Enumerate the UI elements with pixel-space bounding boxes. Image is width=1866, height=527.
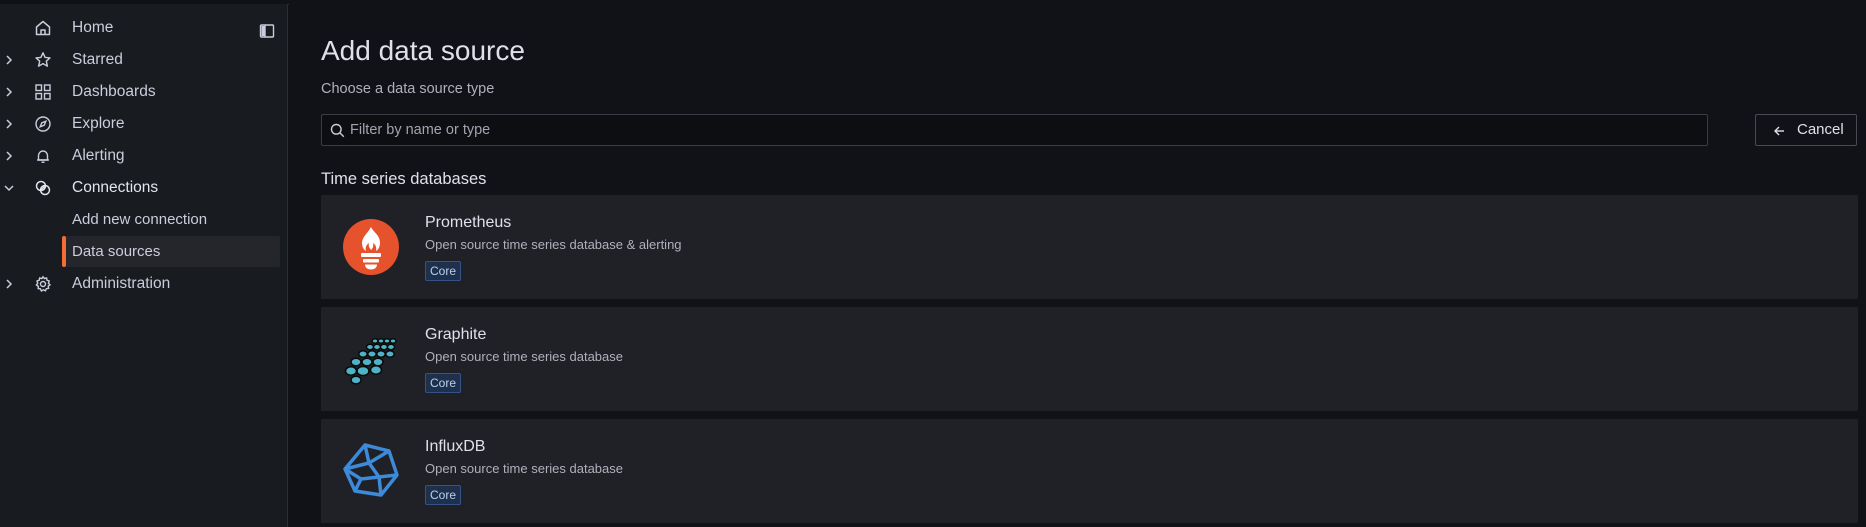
sidebar-item-explore[interactable]: Explore [0, 108, 280, 140]
search-icon [330, 123, 345, 138]
sidebar-item-label: Dashboards [72, 83, 156, 100]
chevron-right-icon[interactable] [2, 84, 16, 100]
dock-menu-icon[interactable] [259, 23, 275, 39]
connections-icon [34, 179, 52, 197]
sidebar-subitem-data-sources[interactable]: Data sources [62, 236, 280, 267]
sidebar-item-connections[interactable]: Connections [0, 172, 280, 204]
sidebar-item-label: Administration [72, 275, 171, 292]
sidebar-item-alerting[interactable]: Alerting [0, 140, 280, 172]
dashboards-icon [34, 83, 52, 101]
page-title: Add data source [321, 35, 525, 66]
chevron-right-icon[interactable] [2, 116, 16, 132]
sidebar-item-label: Explore [72, 115, 125, 132]
sidebar-item-label: Home [72, 19, 114, 36]
section-title: Time series databases [321, 170, 487, 188]
cancel-button[interactable]: Cancel [1755, 114, 1857, 146]
cancel-label: Cancel [1797, 121, 1844, 138]
sidebar-nav: Home Starred Dashboards Explore Alerting… [0, 4, 288, 527]
sidebar-item-starred[interactable]: Starred [0, 44, 280, 76]
sidebar-item-administration[interactable]: Administration [0, 268, 280, 300]
sidebar-subitem-add-new-connection[interactable]: Add new connection [62, 204, 280, 235]
datasource-name: InfluxDB [425, 438, 486, 455]
chevron-right-icon[interactable] [2, 148, 16, 164]
datasource-name: Graphite [425, 326, 487, 343]
sidebar-item-home[interactable]: Home [0, 12, 280, 44]
core-badge: Core [425, 261, 462, 281]
influxdb-logo [343, 443, 399, 499]
chevron-right-icon[interactable] [2, 276, 16, 292]
core-badge: Core [425, 485, 462, 505]
sidebar-subitem-label: Add new connection [72, 211, 208, 228]
datasource-description: Open source time series database [425, 461, 623, 476]
datasource-description: Open source time series database [425, 349, 623, 364]
graphite-logo [343, 331, 399, 387]
core-badge: Core [425, 373, 462, 393]
sidebar-item-label: Alerting [72, 147, 125, 164]
sidebar-item-dashboards[interactable]: Dashboards [0, 76, 280, 108]
sidebar-item-label: Connections [72, 179, 159, 196]
datasource-description: Open source time series database & alert… [425, 237, 682, 252]
search-input[interactable] [350, 115, 1690, 145]
prometheus-logo [343, 219, 399, 275]
arrow-left-icon [1773, 124, 1785, 136]
main-content: Add data source Choose a data source typ… [289, 4, 1866, 527]
compass-icon [34, 115, 52, 133]
sidebar-subitem-label: Data sources [72, 243, 161, 260]
gear-icon [34, 275, 52, 293]
chevron-down-icon[interactable] [2, 180, 16, 196]
page-subtitle: Choose a data source type [321, 81, 495, 97]
chevron-right-icon[interactable] [2, 52, 16, 68]
datasource-card-prometheus[interactable]: Prometheus Open source time series datab… [321, 195, 1858, 299]
star-icon [34, 51, 52, 69]
home-icon [34, 19, 52, 37]
datasource-card-graphite[interactable]: Graphite Open source time series databas… [321, 307, 1858, 411]
datasource-name: Prometheus [425, 214, 512, 231]
datasource-card-influxdb[interactable]: InfluxDB Open source time series databas… [321, 419, 1858, 523]
bell-icon [34, 147, 52, 165]
search-box [321, 114, 1708, 146]
sidebar-item-label: Starred [72, 51, 123, 68]
